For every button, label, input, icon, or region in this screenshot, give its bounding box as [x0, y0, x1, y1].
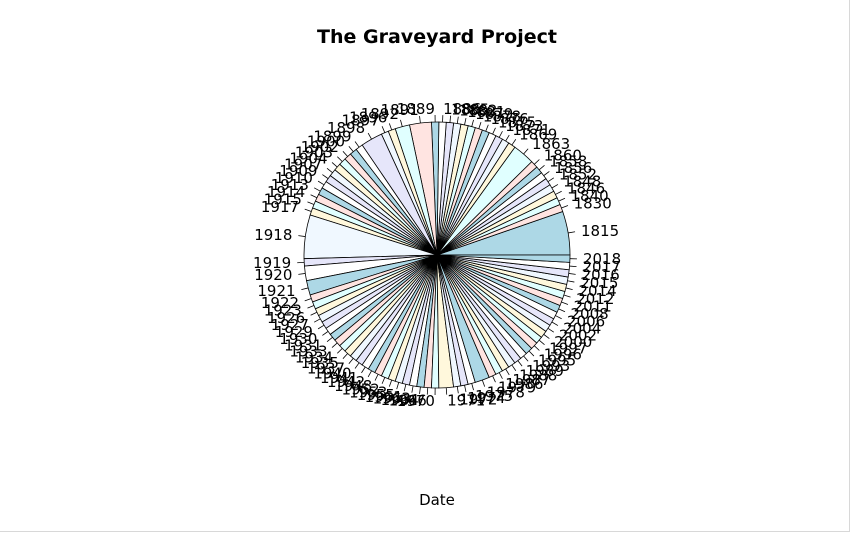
pie-tick [568, 231, 576, 234]
pie-tick [298, 273, 306, 275]
pie-slice-label: 1886 [443, 100, 481, 118]
pie-tick [485, 124, 489, 132]
pie-tick [313, 187, 321, 192]
pie-tick [331, 162, 338, 168]
pie-tick [533, 159, 540, 165]
pie-tick [326, 336, 333, 342]
pie-tick [354, 141, 360, 148]
pie-tick [517, 360, 523, 367]
pie-slice-label: 1970 [397, 392, 435, 410]
pie-tick [481, 379, 486, 387]
pie-tick [342, 151, 348, 157]
pie-tick [400, 119, 403, 127]
pie-tick [304, 208, 312, 212]
pie-tick [523, 148, 529, 155]
pie-tick [543, 334, 550, 339]
pie-tick [492, 127, 496, 135]
pie-tick [307, 201, 315, 205]
pie-tick [558, 197, 566, 202]
pie-tick [523, 355, 529, 362]
pie-tick [569, 265, 577, 268]
pie-tick [555, 315, 562, 320]
pie-tick [381, 126, 386, 133]
pie-tick [337, 348, 343, 354]
pie-tick [304, 298, 312, 302]
pie-tick [511, 139, 517, 146]
pie-tick [555, 190, 562, 195]
pie-tick [567, 280, 575, 283]
pie-tick [511, 364, 517, 371]
pie-tick [498, 131, 503, 138]
pie-tick [565, 287, 573, 291]
pie-tick [547, 177, 555, 183]
pie-chart: 1815183018401846184818521856185818601863… [253, 100, 621, 410]
pie-tick [342, 353, 348, 359]
pie-tick [568, 273, 576, 275]
pie-tick [310, 194, 318, 199]
pie-tick [313, 318, 321, 323]
pie-tick [317, 324, 325, 330]
pie-tick [354, 362, 360, 369]
pie-tick [492, 375, 496, 383]
pie-tick [322, 174, 329, 179]
pie-tick [551, 321, 559, 326]
pie-tick [547, 327, 555, 333]
pie-tick [310, 311, 318, 316]
pie-slice-label: 1918 [254, 226, 292, 244]
pie-tick [361, 366, 366, 374]
pie-tick [367, 132, 372, 140]
pie-tick [543, 171, 550, 176]
pie-tick [348, 358, 354, 365]
pie-tick [307, 305, 315, 309]
pie-tick [317, 180, 325, 186]
pie-slice-label: 1917 [261, 198, 299, 216]
pie-tick [561, 301, 569, 305]
pie-tick [388, 123, 393, 131]
pie-slice-label: 1815 [581, 222, 619, 240]
pie-tick [322, 331, 329, 336]
pie-tick [331, 342, 338, 348]
pie-slice-label: 2018 [583, 250, 621, 268]
pie-tick [561, 205, 569, 209]
pie-tick [551, 184, 559, 189]
pie-tick [348, 145, 354, 152]
pie-tick [337, 156, 343, 162]
pie-tick [538, 339, 545, 345]
pie-tick [538, 165, 545, 171]
pie-tick [298, 235, 306, 237]
pie-tick [505, 134, 510, 142]
pie-tick [478, 121, 482, 129]
pie-tick [505, 368, 510, 376]
pie-tick [563, 294, 571, 298]
pie-tick [533, 345, 540, 351]
pie-tick [301, 287, 309, 291]
pie-slices [303, 121, 571, 389]
pie-tick [528, 350, 535, 357]
x-axis-label: Date [419, 491, 455, 509]
pie-tick [558, 308, 566, 313]
pie-tick [326, 168, 333, 174]
